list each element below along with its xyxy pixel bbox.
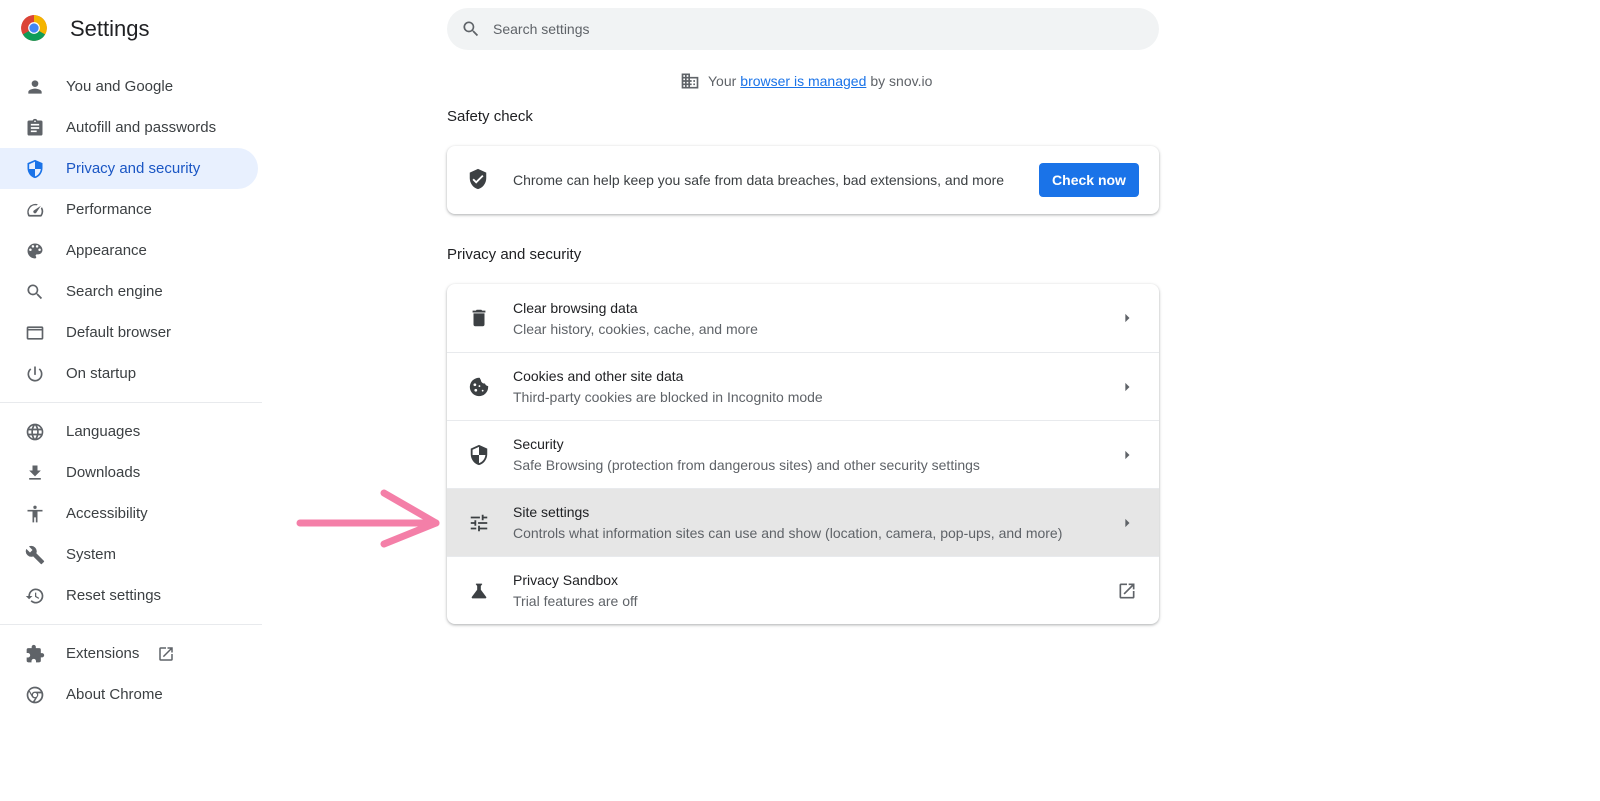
person-icon	[24, 76, 46, 98]
cookie-icon	[467, 375, 491, 399]
sidebar-item-label: Performance	[66, 201, 152, 218]
sidebar-item-label: Downloads	[66, 464, 141, 481]
privacy-sandbox-row[interactable]: Privacy Sandbox Trial features are off	[447, 556, 1159, 624]
sidebar-item-performance[interactable]: Performance	[0, 189, 258, 230]
sidebar-item-privacy-and-security[interactable]: Privacy and security	[0, 148, 258, 189]
safety-check-text: Chrome can help keep you safe from data …	[513, 172, 1005, 188]
managed-suffix: by snov.io	[870, 73, 933, 89]
wrench-icon	[24, 544, 46, 566]
sidebar-item-downloads[interactable]: Downloads	[0, 452, 258, 493]
safety-check-row: Chrome can help keep you safe from data …	[447, 146, 1159, 214]
row-subtitle: Controls what information sites can use …	[513, 525, 1063, 541]
history-icon	[24, 585, 46, 607]
sidebar-item-about-chrome[interactable]: About Chrome	[0, 674, 258, 715]
safety-check-heading: Safety check	[447, 108, 533, 125]
sidebar-group-advanced: Languages Downloads Accessibility System…	[0, 411, 262, 616]
managed-prefix: Your	[708, 73, 737, 89]
browser-window-icon	[24, 322, 46, 344]
sidebar-item-label: Reset settings	[66, 587, 162, 604]
sidebar-item-label: Autofill and passwords	[66, 119, 217, 136]
row-title: Security	[513, 436, 564, 452]
search-input[interactable]	[493, 21, 1113, 37]
sidebar-item-you-and-google[interactable]: You and Google	[0, 66, 258, 107]
sidebar-item-languages[interactable]: Languages	[0, 411, 258, 452]
annotation-arrow	[296, 489, 440, 548]
search-icon	[461, 19, 481, 39]
row-title: Privacy Sandbox	[513, 572, 619, 588]
sidebar-item-search-engine[interactable]: Search engine	[0, 271, 258, 312]
building-icon	[680, 71, 700, 91]
arrow-right-icon	[1117, 377, 1137, 397]
sidebar-item-extensions[interactable]: Extensions	[0, 633, 258, 674]
sidebar-item-label: About Chrome	[66, 686, 163, 703]
cookies-row[interactable]: Cookies and other site data Third-party …	[447, 352, 1159, 420]
sidebar-item-label: You and Google	[66, 78, 174, 95]
managed-notice: Your browser is managed by snov.io	[680, 70, 932, 92]
sidebar-item-appearance[interactable]: Appearance	[0, 230, 258, 271]
row-title: Site settings	[513, 504, 590, 520]
globe-icon	[24, 421, 46, 443]
power-icon	[24, 363, 46, 385]
download-icon	[24, 462, 46, 484]
sidebar: You and Google Autofill and passwords Pr…	[0, 66, 262, 715]
sidebar-item-system[interactable]: System	[0, 534, 258, 575]
sidebar-item-label: Appearance	[66, 242, 147, 259]
browser-managed-link[interactable]: browser is managed	[740, 73, 866, 89]
clipboard-icon	[24, 117, 46, 139]
sliders-icon	[467, 511, 491, 535]
chrome-icon	[24, 684, 46, 706]
clear-browsing-data-row[interactable]: Clear browsing data Clear history, cooki…	[447, 284, 1159, 352]
arrow-right-icon	[1117, 513, 1137, 533]
sidebar-item-default-browser[interactable]: Default browser	[0, 312, 258, 353]
page-title: Settings	[70, 16, 150, 41]
sidebar-item-label: Privacy and security	[66, 160, 201, 177]
trash-icon	[467, 306, 491, 330]
speedometer-icon	[24, 199, 46, 221]
sidebar-item-autofill[interactable]: Autofill and passwords	[0, 107, 258, 148]
safety-check-card: Chrome can help keep you safe from data …	[447, 146, 1159, 214]
shield-icon	[24, 158, 46, 180]
row-title: Cookies and other site data	[513, 368, 684, 384]
row-title: Clear browsing data	[513, 299, 638, 316]
chrome-logo	[20, 14, 48, 42]
privacy-section-heading: Privacy and security	[447, 246, 582, 263]
arrow-right-icon	[1117, 445, 1137, 465]
row-subtitle: Safe Browsing (protection from dangerous…	[513, 457, 980, 473]
palette-icon	[24, 240, 46, 262]
sidebar-item-label: Extensions	[66, 645, 140, 662]
sidebar-divider	[0, 402, 262, 403]
verified-shield-icon	[467, 168, 491, 192]
chrome-icon	[21, 15, 47, 41]
sidebar-item-accessibility[interactable]: Accessibility	[0, 493, 258, 534]
sidebar-item-label: Accessibility	[66, 505, 148, 522]
check-now-button[interactable]: Check now	[1039, 163, 1139, 197]
sidebar-item-label: Languages	[66, 423, 141, 440]
sidebar-group-extra: Extensions About Chrome	[0, 633, 262, 715]
sidebar-item-label: On startup	[66, 365, 137, 382]
sidebar-item-label: Default browser	[66, 324, 172, 341]
row-subtitle: Trial features are off	[513, 593, 638, 609]
privacy-card: Clear browsing data Clear history, cooki…	[447, 284, 1159, 624]
sidebar-divider	[0, 624, 262, 625]
open-in-new-icon	[1117, 581, 1137, 601]
accessibility-icon	[24, 503, 46, 525]
security-row[interactable]: Security Safe Browsing (protection from …	[447, 420, 1159, 488]
site-settings-row[interactable]: Site settings Controls what information …	[447, 488, 1159, 556]
sidebar-item-reset-settings[interactable]: Reset settings	[0, 575, 258, 616]
row-subtitle: Clear history, cookies, cache, and more	[513, 320, 758, 337]
flask-icon	[467, 579, 491, 603]
row-subtitle: Third-party cookies are blocked in Incog…	[513, 389, 823, 405]
search-bar[interactable]	[447, 8, 1159, 50]
sidebar-group-main: You and Google Autofill and passwords Pr…	[0, 66, 262, 394]
shield-outline-icon	[467, 443, 491, 467]
sidebar-item-label: Search engine	[66, 283, 163, 300]
sidebar-item-on-startup[interactable]: On startup	[0, 353, 258, 394]
search-icon	[24, 281, 46, 303]
arrow-right-icon	[1117, 308, 1137, 328]
open-in-new-icon	[157, 645, 175, 663]
sidebar-item-label: System	[66, 546, 117, 563]
puzzle-icon	[24, 643, 46, 665]
